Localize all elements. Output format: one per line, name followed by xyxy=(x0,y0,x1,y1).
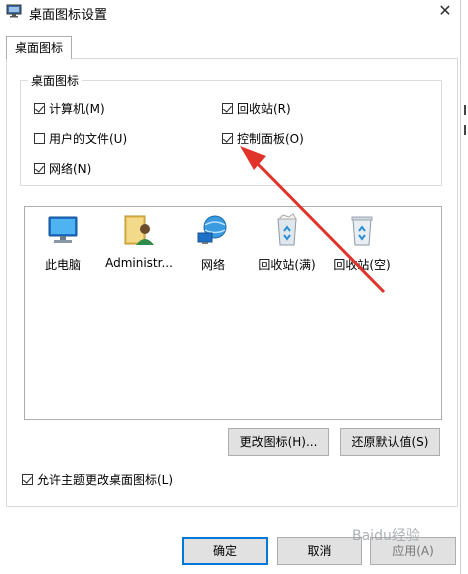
annotation-arrow-icon xyxy=(240,146,386,294)
watermark: Baidu经验 xyxy=(352,528,420,544)
tab-desktop-icons[interactable]: 桌面图标 xyxy=(6,36,72,59)
